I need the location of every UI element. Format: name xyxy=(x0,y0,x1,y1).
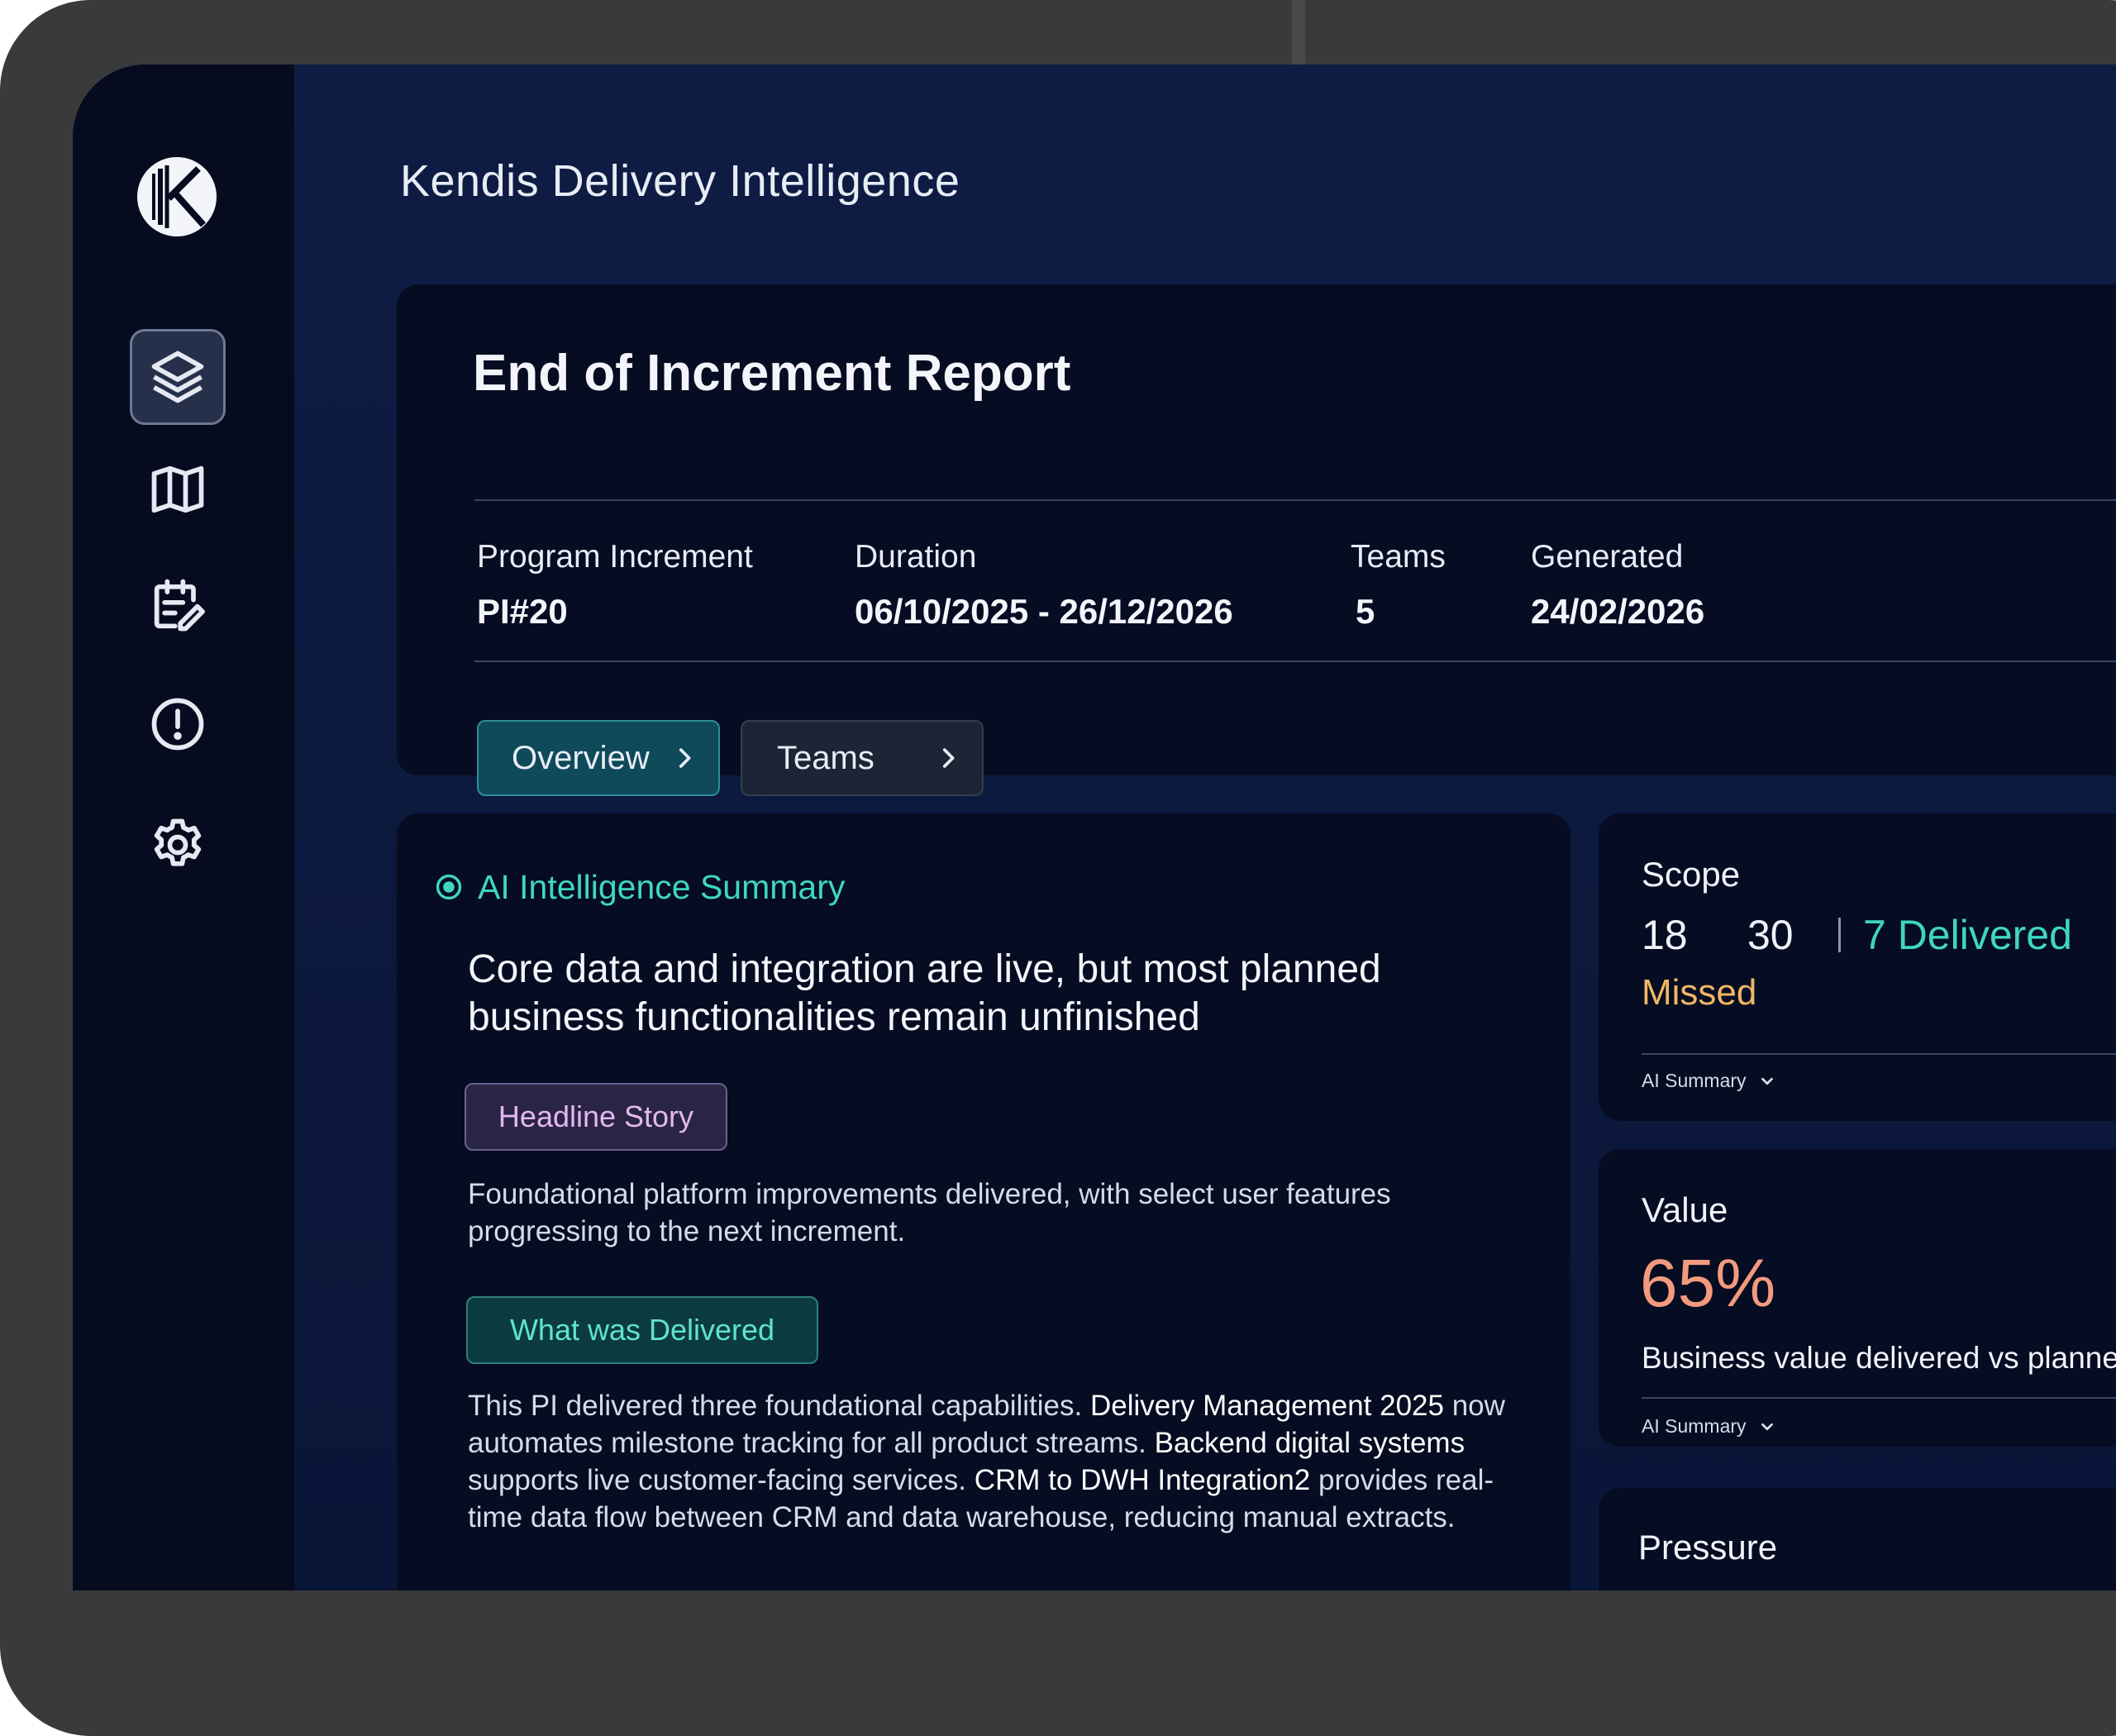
pi-label: Program Increment xyxy=(477,539,753,575)
pressure-card: Pressure xyxy=(1599,1488,2116,1591)
pressure-title: Pressure xyxy=(1638,1528,1778,1567)
scope-number-1: 18 xyxy=(1642,912,1688,958)
scope-missed: Missed xyxy=(1642,972,1757,1013)
delivered-highlight: Backend digital systems xyxy=(1154,1427,1465,1459)
teams-value: 5 xyxy=(1356,592,1375,631)
scope-number-2: 30 xyxy=(1747,912,1794,958)
teams-button-label: Teams xyxy=(777,739,875,776)
delivered-highlight: CRM to DWH Integration2 xyxy=(974,1464,1311,1496)
scope-ai-summary-toggle[interactable]: AI Summary xyxy=(1642,1070,1776,1092)
scope-title: Scope xyxy=(1642,855,1741,894)
chevron-down-icon xyxy=(1761,1423,1773,1430)
nav-layers[interactable] xyxy=(130,329,226,425)
app-title: Kendis Delivery Intelligence xyxy=(400,156,960,206)
generated-value: 24/02/2026 xyxy=(1531,592,1705,631)
generated-label: Generated xyxy=(1531,539,1684,575)
delivered-text-part: supports live customer-facing services. xyxy=(468,1464,975,1496)
report-header-panel: End of Increment Report Program Incremen… xyxy=(397,284,2116,796)
scope-card: Scope 18 30 7 Delivered Missed AI Summar… xyxy=(1599,813,2116,1121)
chevron-down-icon xyxy=(1761,1077,1773,1085)
headline-story-tag: Headline Story xyxy=(465,1083,727,1151)
bezel-seam xyxy=(1292,0,1305,64)
status-dot-icon xyxy=(436,874,462,900)
value-title: Value xyxy=(1642,1190,1728,1229)
divider xyxy=(474,499,2116,501)
overview-button[interactable]: Overview xyxy=(477,720,720,796)
value-ai-summary-toggle[interactable]: AI Summary xyxy=(1642,1415,1776,1438)
layers-icon xyxy=(151,351,204,403)
app-screen: Kendis Delivery Intelligence End of Incr… xyxy=(73,64,2116,1591)
delivered-text: This PI delivered three foundational cap… xyxy=(468,1387,1534,1536)
separator xyxy=(1838,918,1841,952)
sidebar xyxy=(73,64,294,1591)
delivered-text-part: This PI delivered three foundational cap… xyxy=(468,1390,1090,1422)
map-icon xyxy=(151,465,204,513)
nav-map[interactable] xyxy=(130,441,226,537)
delivered-highlight: Delivery Management 2025 xyxy=(1089,1390,1444,1422)
pi-value: PI#20 xyxy=(477,592,568,631)
value-caption: Business value delivered vs planned xyxy=(1642,1341,2116,1375)
chevron-right-icon xyxy=(679,748,691,768)
nav-alerts[interactable] xyxy=(130,676,226,772)
value-card: Value 65% Business value delivered vs pl… xyxy=(1599,1149,2116,1447)
duration-value: 06/10/2025 - 26/12/2026 xyxy=(855,592,1233,631)
divider xyxy=(1642,1053,2116,1055)
kendis-logo xyxy=(136,155,218,238)
ai-summary-heading: AI Intelligence Summary xyxy=(478,868,846,906)
alert-circle-icon xyxy=(151,698,204,751)
divider xyxy=(474,661,2116,662)
nav-notes[interactable] xyxy=(130,557,226,653)
teams-label: Teams xyxy=(1351,539,1446,575)
scope-delivered: 7 Delivered xyxy=(1863,912,2072,958)
nav-settings[interactable] xyxy=(130,797,226,893)
teams-button[interactable]: Teams xyxy=(741,720,984,796)
chevron-right-icon xyxy=(942,748,955,768)
ai-summary-label: AI Summary xyxy=(1642,1070,1747,1091)
what-was-delivered-tag: What was Delivered xyxy=(466,1296,818,1364)
divider xyxy=(1642,1397,2116,1399)
summary-headline: Core data and integration are live, but … xyxy=(468,947,1381,1039)
ai-summary-panel: AI Intelligence Summary Core data and in… xyxy=(397,813,1570,1591)
value-percent: 65% xyxy=(1640,1246,1776,1321)
headline-story-text: Foundational platform improvements deliv… xyxy=(468,1178,1391,1247)
gear-icon xyxy=(154,818,202,866)
report-title: End of Increment Report xyxy=(473,345,1071,402)
duration-label: Duration xyxy=(855,539,977,575)
edit-notes-icon xyxy=(154,579,205,632)
overview-button-label: Overview xyxy=(512,739,650,776)
ai-summary-label: AI Summary xyxy=(1642,1415,1747,1437)
